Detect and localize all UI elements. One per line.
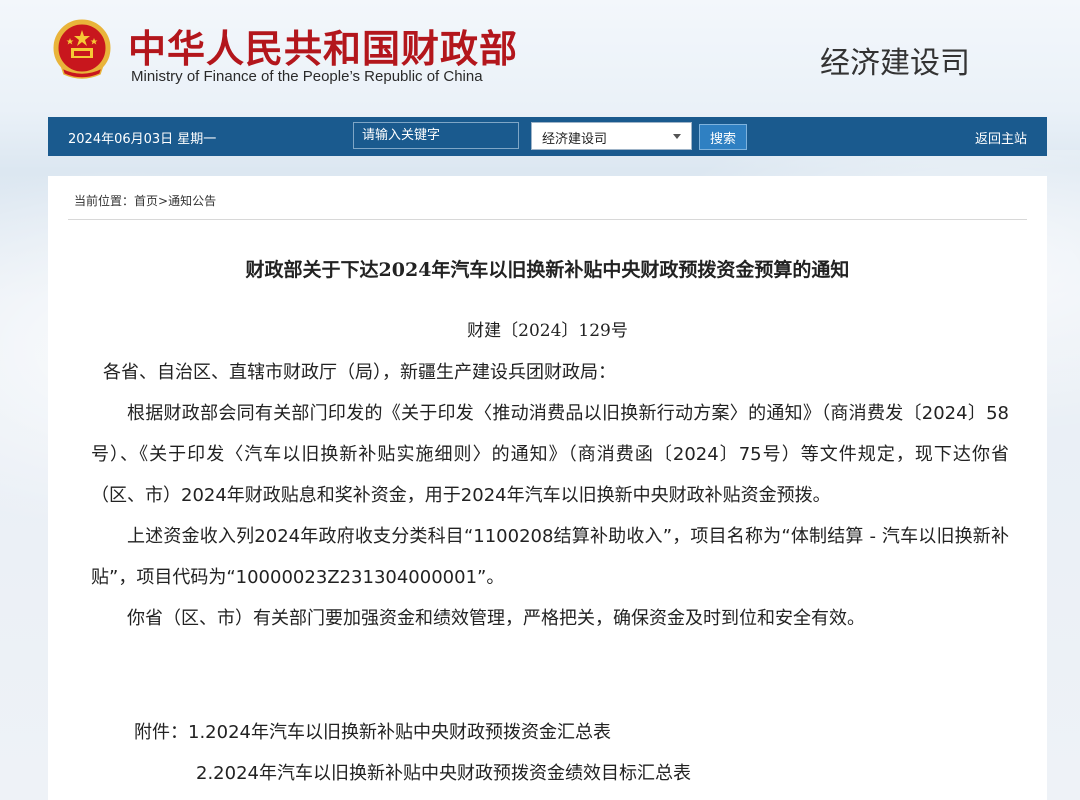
body-paragraph: 上述资金收入列2024年政府收支分类科目“1100208结算补助收入”，项目名称… [91, 526, 1009, 588]
breadcrumb-home-link[interactable]: 首页 [134, 194, 158, 208]
attachments: 附件：1.2024年汽车以旧换新补贴中央财政预拨资金汇总表 2.2024年汽车以… [91, 712, 1009, 794]
department-name: 经济建设司 [820, 46, 970, 81]
body-paragraph: 你省（区、市）有关部门要加强资金和绩效管理，严格把关，确保资金及时到位和安全有效… [127, 608, 865, 629]
site-header: 中华人民共和国财政部 Ministry of Finance of the Pe… [0, 0, 1080, 115]
content-panel: 当前位置：首页>通知公告 财政部关于下达2024年汽车以旧换新补贴中央财政预拨资… [48, 176, 1047, 800]
document-title: 财政部关于下达2024年汽车以旧换新补贴中央财政预拨资金预算的通知 [245, 259, 850, 281]
document-number: 财建〔2024〕129号 [467, 321, 628, 341]
channel-select[interactable]: 经济建设司 [531, 122, 692, 150]
national-emblem-icon [50, 18, 114, 82]
attachment-item[interactable]: 附件：1.2024年汽车以旧换新补贴中央财政预拨资金汇总表 [91, 712, 1009, 753]
attachments-label: 附件： [134, 722, 188, 743]
return-home-link[interactable]: 返回主站 [975, 128, 1027, 147]
divider [68, 219, 1027, 220]
channel-select-value: 经济建设司 [542, 132, 608, 147]
attachment-item[interactable]: 2.2024年汽车以旧换新补贴中央财政预拨资金绩效目标汇总表 [91, 753, 1009, 794]
search-button[interactable]: 搜索 [699, 124, 747, 150]
document-addressee: 各省、自治区、直辖市财政厅（局），新疆生产建设兵团财政局： [103, 362, 616, 383]
site-title-cn: 中华人民共和国财政部 [128, 27, 519, 71]
attachment-name: 1.2024年汽车以旧换新补贴中央财政预拨资金汇总表 [188, 722, 611, 743]
breadcrumb-separator: > [158, 194, 169, 208]
breadcrumb-current-link[interactable]: 通知公告 [168, 194, 216, 208]
breadcrumb-prefix: 当前位置： [74, 194, 135, 208]
breadcrumb: 当前位置：首页>通知公告 [74, 192, 216, 209]
body-paragraph: 根据财政部会同有关部门印发的《关于印发〈推动消费品以旧换新行动方案〉的通知》（商… [91, 403, 1009, 506]
search-input[interactable] [353, 122, 519, 149]
document-body: 各省、自治区、直辖市财政厅（局），新疆生产建设兵团财政局： 根据财政部会同有关部… [91, 352, 1009, 639]
nav-bar: 2024年06月03日 星期一 经济建设司 搜索 返回主站 [48, 117, 1047, 156]
chevron-down-icon [673, 134, 681, 139]
site-title-en: Ministry of Finance of the People’s Repu… [131, 68, 483, 85]
current-date: 2024年06月03日 星期一 [68, 132, 217, 147]
